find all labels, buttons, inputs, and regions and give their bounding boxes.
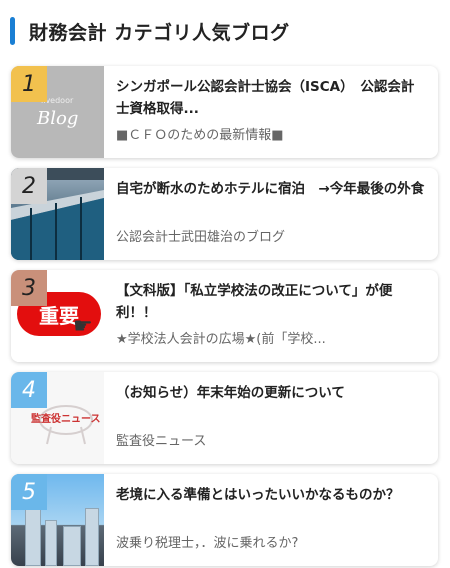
pointing-hand-icon: ☛ <box>73 314 93 339</box>
rank-badge: 5 <box>11 474 47 510</box>
blog-source: 波乗り税理士，．波に乗れるか? <box>116 536 299 551</box>
rank-badge: 4 <box>11 372 47 408</box>
blog-card[interactable]: 4 監査役ニュース （お知らせ）年末年始の更新について 監査役ニュース <box>11 372 438 464</box>
building-shape <box>85 508 99 566</box>
blog-source: ★学校法人会計の広場★(前「学校... <box>116 332 326 347</box>
logo-text: 監査役ニュース <box>31 414 101 425</box>
blog-source: ■ＣＦＯのための最新情報■ <box>116 128 284 143</box>
header-accent-bar <box>10 17 15 45</box>
city-skyline-photo-icon: 5 <box>11 474 104 566</box>
logo-big-text: Blog <box>37 108 79 129</box>
hotel-pool-photo-icon: 2 <box>11 168 104 260</box>
blog-title-link[interactable]: （お知らせ）年末年始の更新について <box>116 382 426 426</box>
rank-badge: 1 <box>11 66 47 102</box>
auditor-news-logo-icon: 4 監査役ニュース <box>11 372 104 464</box>
blog-card[interactable]: 3 重要 ☛ 【文科版】「私立学校法の改正について」が便利！！ ★学校法人会計の… <box>11 270 438 362</box>
blog-card[interactable]: 5 老境に入る準備とはいったいいかなるものか？ 波乗り税理士，．波に乗れるか? <box>11 474 438 566</box>
blog-title-link[interactable]: 老境に入る準備とはいったいいかなるものか？ <box>116 484 426 528</box>
section-header: 財務会計 カテゴリ人気ブログ <box>10 16 290 46</box>
livedoor-blog-logo-icon: 1 livedoor Blog <box>11 66 104 158</box>
blog-title-link[interactable]: シンガポール公認会計士協会（ISCA） 公認会計士資格取得... <box>116 76 426 120</box>
building-shape <box>63 526 81 566</box>
blog-source: 公認会計士武田雄治のブログ <box>116 230 286 245</box>
blog-card[interactable]: 1 livedoor Blog シンガポール公認会計士協会（ISCA） 公認会計… <box>11 66 438 158</box>
blog-source: 監査役ニュース <box>116 434 207 449</box>
section-title: 財務会計 カテゴリ人気ブログ <box>29 21 290 44</box>
blog-card[interactable]: 2 自宅が断水のためホテルに宿泊 →今年最後の外食 公認会計士武田雄治のブログ <box>11 168 438 260</box>
blog-title-link[interactable]: 自宅が断水のためホテルに宿泊 →今年最後の外食 <box>116 178 426 222</box>
blog-title-link[interactable]: 【文科版】「私立学校法の改正について」が便利！！ <box>116 280 426 324</box>
rank-badge: 3 <box>11 270 47 306</box>
important-badge-image-icon: 3 重要 ☛ <box>11 270 104 362</box>
building-shape <box>45 520 57 566</box>
rank-badge: 2 <box>11 168 47 204</box>
